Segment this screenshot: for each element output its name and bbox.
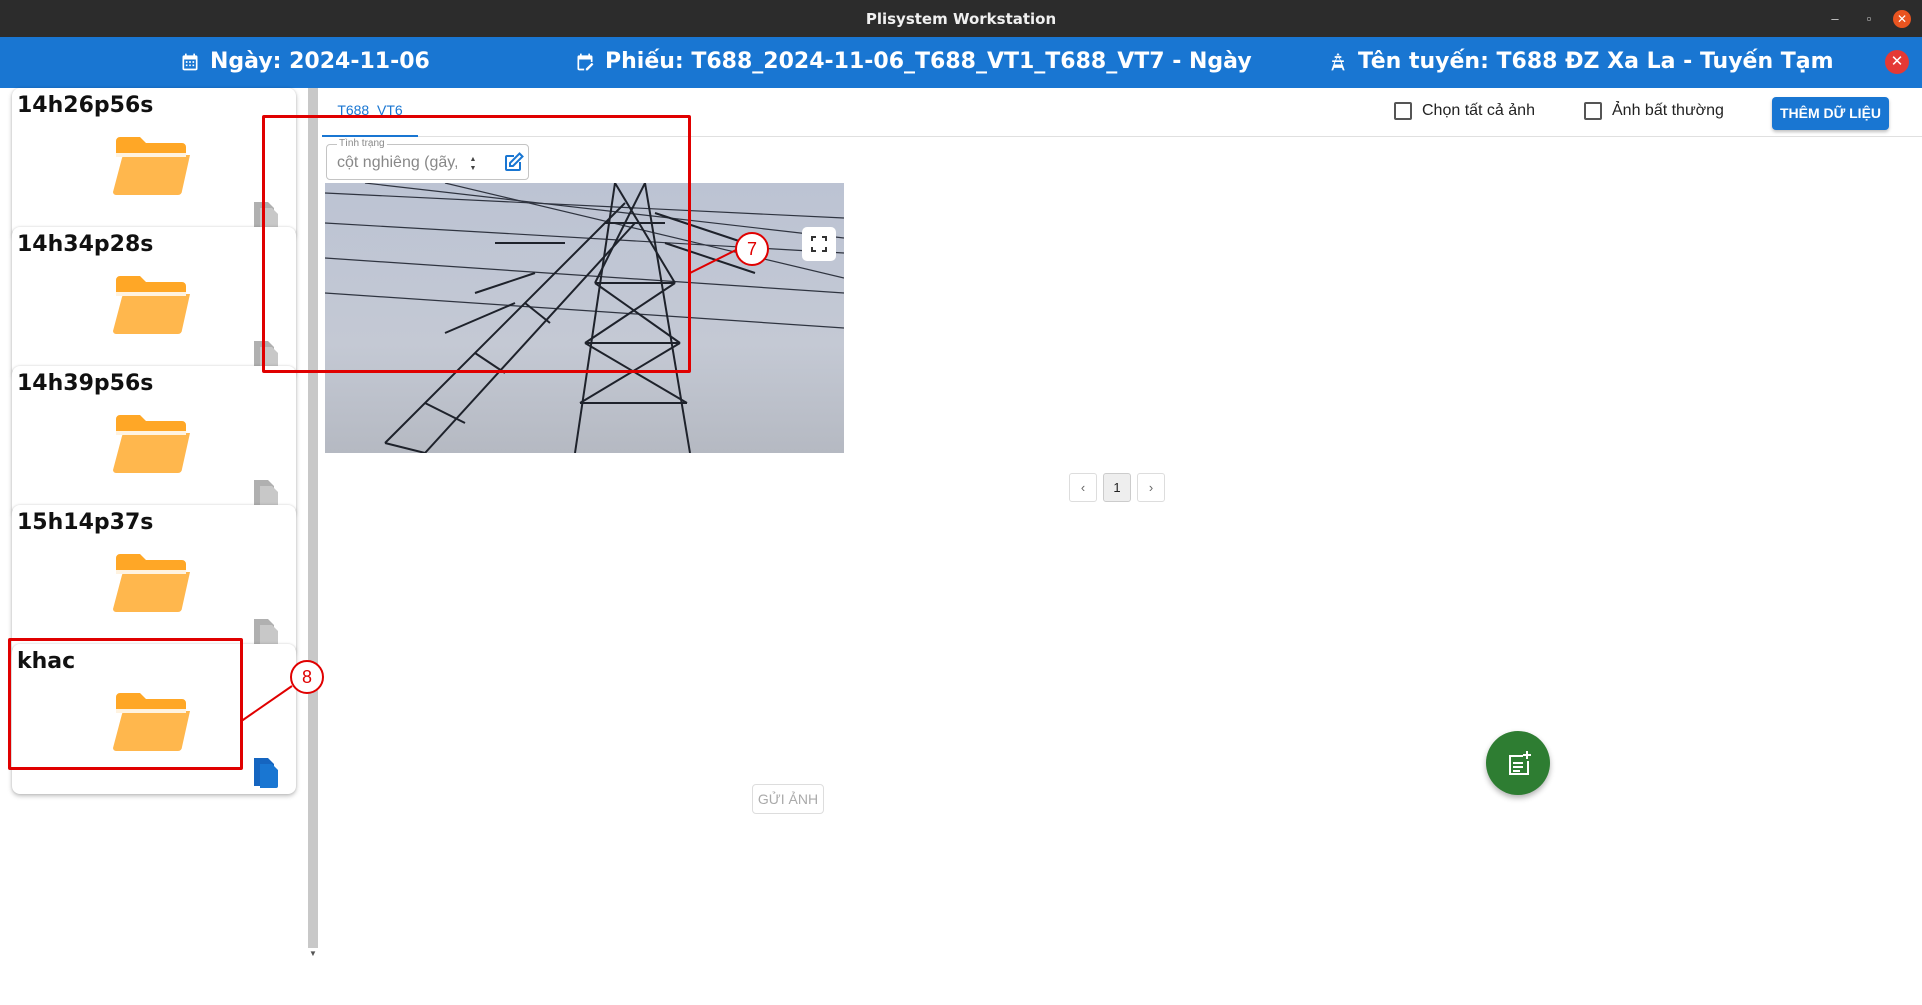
folder-open-icon: [113, 554, 190, 612]
folder-name: 15h14p37s: [17, 510, 154, 535]
maximize-button[interactable]: ▫: [1860, 10, 1878, 28]
header-ticket: Phiếu: T688_2024-11-06_T688_VT1_T688_VT7…: [575, 49, 1252, 74]
checkbox-box[interactable]: [1394, 102, 1412, 120]
folder-card[interactable]: 15h14p37s: [12, 505, 296, 655]
checkbox-box[interactable]: [1584, 102, 1602, 120]
folder-name: 14h39p56s: [17, 371, 154, 396]
copy-icon[interactable]: [250, 754, 280, 788]
app-close-button[interactable]: ✕: [1885, 50, 1909, 74]
window-close-button[interactable]: ✕: [1893, 10, 1911, 28]
tower-icon: [1331, 52, 1345, 70]
select-all-label: Chọn tất cả ảnh: [1422, 102, 1535, 119]
annotation-marker-7: 7: [735, 232, 769, 266]
header-route-text: Tên tuyến: T688 ĐZ Xa La - Tuyến Tạm: [1358, 49, 1834, 74]
folder-open-icon: [113, 415, 190, 473]
annotation-marker-8: 8: [290, 660, 324, 694]
header-date-text: Ngày: 2024-11-06: [210, 49, 430, 74]
annotation-line-7: [688, 249, 737, 275]
select-all-checkbox[interactable]: Chọn tất cả ảnh: [1394, 102, 1535, 120]
fullscreen-button[interactable]: [802, 227, 836, 261]
minimize-button[interactable]: –: [1826, 10, 1844, 28]
calendar-edit-icon: [577, 53, 594, 70]
calendar-icon: [182, 53, 198, 70]
header-date: Ngày: 2024-11-06: [180, 49, 430, 74]
folder-open-icon: [113, 137, 190, 195]
fullscreen-icon: [811, 236, 827, 252]
header-route: Tên tuyến: T688 ĐZ Xa La - Tuyến Tạm: [1328, 49, 1834, 74]
send-images-button[interactable]: GỬI ẢNH: [752, 784, 824, 814]
note-add-icon: [1509, 751, 1531, 775]
folder-card[interactable]: 14h34p28s: [12, 227, 296, 377]
annotation-box-image: [262, 115, 691, 373]
window-titlebar: Plisystem Workstation – ▫ ✕: [0, 0, 1922, 37]
abnormal-label: Ảnh bất thường: [1612, 102, 1724, 119]
app-header: Ngày: 2024-11-06 Phiếu: T688_2024-11-06_…: [0, 37, 1922, 88]
abnormal-image-checkbox[interactable]: Ảnh bất thường: [1584, 102, 1724, 120]
add-note-fab[interactable]: [1486, 731, 1550, 795]
pagination: ‹ 1 ›: [1069, 473, 1165, 502]
add-data-button[interactable]: THÊM DỮ LIỆU: [1772, 97, 1889, 130]
window-title: Plisystem Workstation: [865, 10, 1057, 28]
folder-name: 14h26p56s: [17, 93, 154, 118]
prev-page-button[interactable]: ‹: [1069, 473, 1097, 502]
folder-open-icon: [113, 276, 190, 334]
annotation-box-folder: [8, 638, 243, 770]
next-page-button[interactable]: ›: [1137, 473, 1165, 502]
scroll-down-arrow[interactable]: ▼: [308, 948, 318, 960]
folder-name: 14h34p28s: [17, 232, 154, 257]
header-ticket-text: Phiếu: T688_2024-11-06_T688_VT1_T688_VT7…: [605, 49, 1252, 74]
folder-card[interactable]: 14h26p56s: [12, 88, 296, 238]
annotation-line-8: [240, 685, 293, 723]
page-button-current[interactable]: 1: [1103, 473, 1131, 502]
folder-card[interactable]: 14h39p56s: [12, 366, 296, 516]
